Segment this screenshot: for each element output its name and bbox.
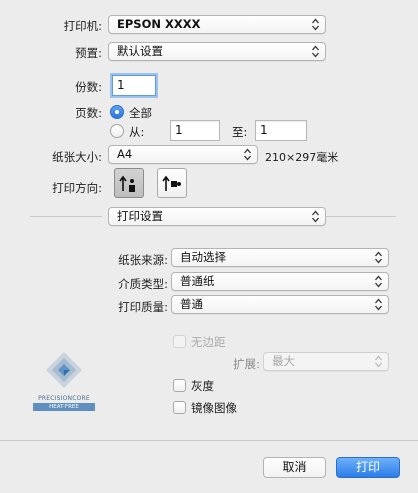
orientation-landscape-button[interactable]	[157, 168, 187, 198]
footer-separator	[0, 440, 418, 441]
pages-from-label: 从:	[129, 125, 145, 139]
print-button[interactable]: 打印	[336, 457, 400, 478]
paper-size-popup[interactable]: A4	[108, 145, 258, 164]
updown-arrows-icon	[312, 18, 319, 31]
paper-source-popup[interactable]: 自动选择	[171, 248, 389, 267]
updown-arrows-icon	[375, 355, 382, 368]
updown-arrows-icon	[375, 275, 382, 288]
pages-to-label: 至:	[232, 125, 248, 139]
pages-range-radio[interactable]	[110, 124, 124, 138]
pages-all-label: 全部	[129, 106, 152, 120]
media-type-value: 普通纸	[180, 274, 215, 288]
grayscale-label: 灰度	[191, 379, 214, 393]
paper-source-label: 纸张来源:	[118, 253, 168, 267]
section-popup-value: 打印设置	[117, 209, 163, 223]
paper-source-value: 自动选择	[180, 250, 226, 264]
updown-arrows-icon	[312, 45, 319, 58]
paper-size-dimensions: 210×297毫米	[265, 151, 339, 164]
preset-label: 预置:	[75, 46, 102, 60]
section-separator-left	[30, 216, 102, 217]
logo-line1: PRECISIONCORE	[38, 395, 90, 402]
borderless-label: 无边距	[191, 335, 226, 349]
section-popup[interactable]: 打印设置	[108, 207, 326, 226]
pages-label: 页数:	[75, 106, 102, 120]
paper-size-label: 纸张大小:	[52, 150, 102, 164]
portrait-icon	[119, 175, 135, 192]
cancel-button[interactable]: 取消	[263, 457, 326, 478]
preset-popup[interactable]: 默认设置	[108, 42, 326, 61]
print-quality-popup[interactable]: 普通	[171, 295, 389, 314]
printer-value: EPSON XXXX	[117, 17, 201, 31]
pages-to-field[interactable]: 1	[255, 120, 307, 141]
copies-field[interactable]: 1	[112, 75, 156, 96]
printer-label: 打印机:	[63, 19, 102, 33]
grayscale-checkbox[interactable]	[173, 379, 186, 392]
borderless-checkbox[interactable]	[173, 335, 186, 348]
expansion-label: 扩展:	[233, 357, 260, 371]
updown-arrows-icon	[244, 148, 251, 161]
landscape-icon	[162, 175, 181, 191]
media-type-popup[interactable]: 普通纸	[171, 272, 389, 291]
precisioncore-logo: PRECISIONCORE HEAT-FREE	[33, 348, 95, 418]
paper-size-value: A4	[117, 147, 133, 161]
mirror-image-checkbox[interactable]	[173, 401, 186, 414]
updown-arrows-icon	[375, 298, 382, 311]
section-separator-right	[326, 216, 396, 217]
printer-popup[interactable]: EPSON XXXX	[108, 15, 326, 34]
updown-arrows-icon	[375, 251, 382, 264]
logo-line2: HEAT-FREE	[33, 403, 95, 411]
print-quality-value: 普通	[180, 297, 203, 311]
preset-value: 默认设置	[117, 44, 163, 58]
media-type-label: 介质类型:	[118, 277, 168, 291]
orientation-label: 打印方向:	[52, 181, 102, 195]
mirror-image-label: 镜像图像	[191, 401, 237, 415]
expansion-value: 最大	[272, 354, 295, 368]
pages-all-radio[interactable]	[110, 105, 124, 119]
pages-from-field[interactable]: 1	[170, 120, 220, 141]
expansion-popup[interactable]: 最大	[263, 352, 389, 371]
orientation-portrait-button[interactable]	[114, 168, 144, 198]
updown-arrows-icon	[312, 210, 319, 223]
copies-label: 份数:	[75, 80, 102, 94]
print-quality-label: 打印质量:	[118, 300, 168, 314]
